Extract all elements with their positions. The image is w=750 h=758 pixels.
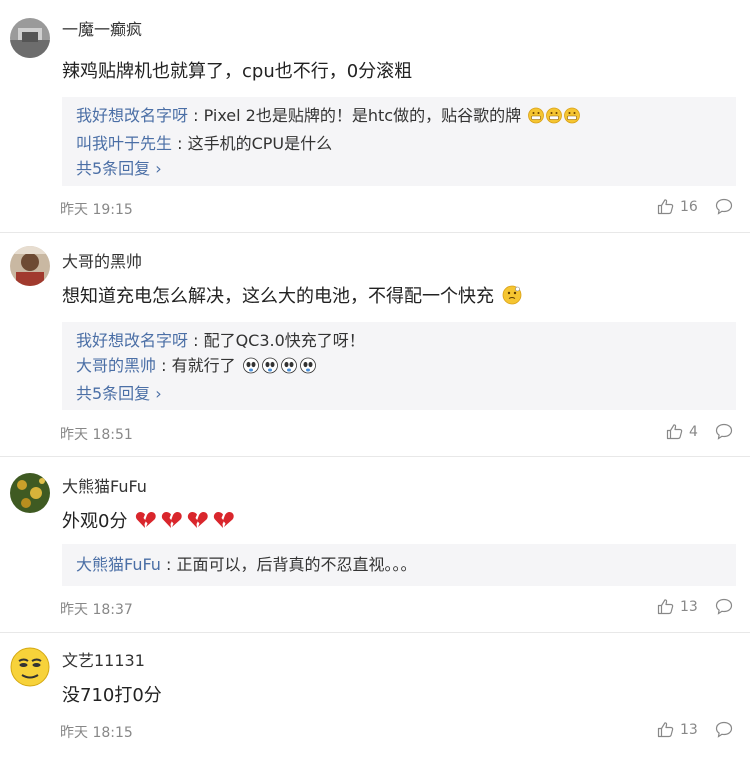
reply-line: 叫我叶于先生 : 这手机的CPU是什么 — [76, 131, 722, 156]
thumbs-up-icon — [666, 424, 683, 440]
comment-item: 大哥的黑帅 想知道充电怎么解决，这么大的电池，不得配一个快充 我好想改名字呀 :… — [0, 233, 750, 457]
speech-bubble-icon — [715, 198, 733, 215]
comment-item: 一魔一癫疯 辣鸡贴牌机也就算了，cpu也不行，0分滚粗 我好想改名字呀 : Pi… — [0, 0, 750, 233]
comment-text: 外观0分 — [62, 509, 235, 538]
panda-emoji-icon — [242, 356, 319, 381]
comment-item: 大熊猫FuFu 外观0分 大熊猫FuFu: 正面可以，后背真的不忍直视。。。 … — [0, 457, 750, 633]
comment-username[interactable]: 大哥的黑帅 — [62, 251, 142, 273]
like-button[interactable]: 13 — [657, 721, 698, 738]
comment-item: 文艺11131 没710打0分 昨天 18:15 13 — [0, 633, 750, 758]
avatar[interactable] — [10, 246, 50, 286]
like-count: 4 — [689, 423, 698, 440]
speech-bubble-icon — [715, 423, 733, 440]
comment-text: 想知道充电怎么解决，这么大的电池，不得配一个快充 — [62, 284, 522, 313]
reply-button[interactable] — [715, 423, 733, 444]
comment-username[interactable]: 一魔一癫疯 — [62, 19, 142, 41]
reply-button[interactable] — [715, 598, 733, 619]
reply-line: 大哥的黑帅 : 有就行了 — [76, 353, 722, 381]
thumbs-up-icon — [657, 599, 674, 615]
avatar[interactable] — [10, 473, 50, 513]
like-count: 13 — [680, 598, 698, 615]
like-button[interactable]: 4 — [666, 423, 698, 440]
reply-box: 我好想改名字呀 : Pixel 2也是贴牌的！是htc做的，贴谷歌的牌 叫我叶于… — [62, 97, 736, 186]
comment-text-body: 外观0分 — [62, 511, 128, 532]
avatar[interactable] — [10, 18, 50, 58]
broken-heart-emoji-icon — [135, 510, 235, 538]
grin-emoji-icon — [528, 106, 581, 131]
reply-box: 我好想改名字呀 : 配了QC3.0快充了呀！ 大哥的黑帅 : 有就行了 共5条回… — [62, 322, 736, 410]
reply-username[interactable]: 大熊猫FuFu — [76, 555, 161, 574]
comment-time: 昨天 19:15 — [60, 202, 133, 218]
reply-button[interactable] — [715, 198, 733, 219]
comment-text-body: 没710打0分 — [62, 685, 162, 706]
reply-text: 这手机的CPU是什么 — [187, 134, 333, 153]
like-count: 13 — [680, 721, 698, 738]
view-more-replies-link[interactable]: 共5条回复 › — [76, 381, 722, 406]
like-button[interactable]: 16 — [657, 198, 698, 215]
reply-separator: : — [172, 134, 188, 153]
reply-separator: : — [156, 356, 172, 375]
comment-text: 辣鸡贴牌机也就算了，cpu也不行，0分滚粗 — [62, 59, 412, 85]
reply-text: 正面可以，后背真的不忍直视。。。 — [176, 555, 417, 574]
reply-username[interactable]: 我好想改名字呀 — [76, 331, 188, 350]
comment-time: 昨天 18:37 — [60, 602, 133, 618]
comment-time: 昨天 18:51 — [60, 427, 133, 443]
reply-line: 大熊猫FuFu : 正面可以，后背真的不忍直视。。。 — [76, 550, 722, 580]
chevron-right-icon: › — [150, 384, 162, 403]
speech-bubble-icon — [715, 721, 733, 738]
like-count: 16 — [680, 198, 698, 215]
chevron-right-icon: › — [150, 159, 162, 178]
reply-button[interactable] — [715, 721, 733, 742]
more-replies-label: 共5条回复 — [76, 384, 151, 403]
reply-separator: : — [188, 331, 204, 350]
reply-username[interactable]: 我好想改名字呀 — [76, 106, 188, 125]
reply-text: 有就行了 — [171, 356, 236, 375]
reply-separator: : — [188, 106, 204, 125]
reply-box: 大熊猫FuFu : 正面可以，后背真的不忍直视。。。 — [62, 544, 736, 586]
reply-username[interactable]: 叫我叶于先生 — [76, 134, 172, 153]
avatar[interactable] — [10, 647, 50, 687]
comment-time: 昨天 18:15 — [60, 725, 133, 741]
thumbs-up-icon — [657, 722, 674, 738]
view-more-replies-link[interactable]: 共5条回复 › — [76, 156, 722, 181]
more-replies-label: 共5条回复 — [76, 159, 151, 178]
speech-bubble-icon — [715, 598, 733, 615]
reply-separator: : — [160, 555, 177, 574]
thinking-emoji-icon — [502, 285, 522, 313]
reply-text: 配了QC3.0快充了呀！ — [203, 331, 365, 350]
comment-text-body: 想知道充电怎么解决，这么大的电池，不得配一个快充 — [62, 286, 494, 307]
reply-line: 我好想改名字呀 : 配了QC3.0快充了呀！ — [76, 328, 722, 353]
comment-text: 没710打0分 — [62, 683, 162, 709]
reply-line: 我好想改名字呀 : Pixel 2也是贴牌的！是htc做的，贴谷歌的牌 — [76, 103, 722, 131]
thumbs-up-icon — [657, 199, 674, 215]
reply-text: Pixel 2也是贴牌的！是htc做的，贴谷歌的牌 — [203, 106, 522, 125]
comment-username[interactable]: 文艺11131 — [62, 650, 145, 672]
like-button[interactable]: 13 — [657, 598, 698, 615]
comment-username[interactable]: 大熊猫FuFu — [62, 476, 147, 498]
comment-text-body: 辣鸡贴牌机也就算了，cpu也不行，0分滚粗 — [62, 61, 413, 82]
reply-username[interactable]: 大哥的黑帅 — [76, 356, 156, 375]
